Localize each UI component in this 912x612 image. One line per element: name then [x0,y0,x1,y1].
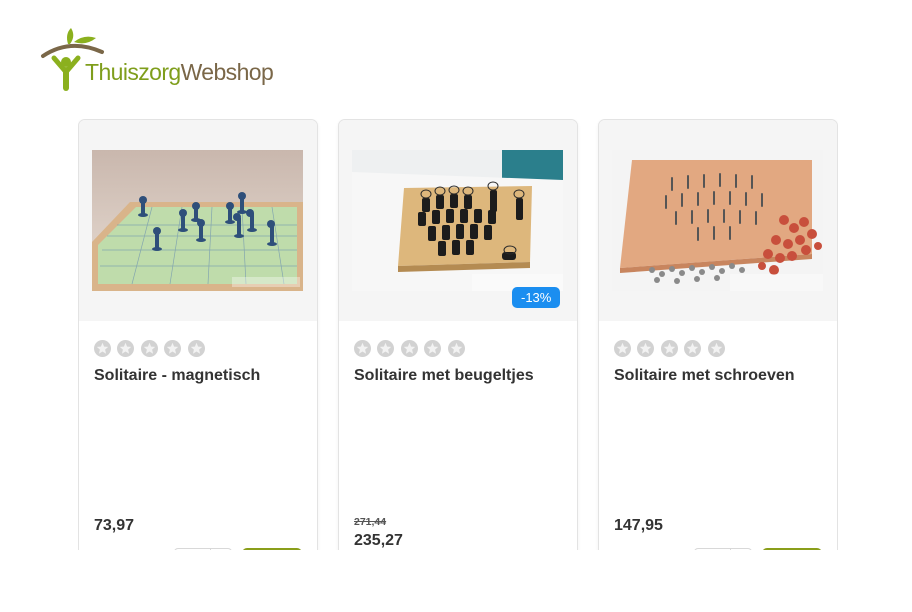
logo-word-thuiszorg: Thuiszorg [85,59,181,85]
star-empty-icon [614,340,631,357]
star-empty-icon [447,340,465,357]
product-image[interactable] [612,150,823,291]
product-grid: Solitaire - magnetisch 73,97 -13% Solita… [78,119,838,550]
product-price: 147,95 [614,517,663,534]
product-title[interactable]: Solitaire met schroeven [614,366,824,386]
star-empty-icon [424,340,442,357]
product-card[interactable]: Solitaire met schroeven 147,95 [598,119,838,550]
product-image[interactable] [92,150,303,291]
product-price: 73,97 [94,517,135,534]
star-empty-icon [140,340,158,357]
product-image-area[interactable] [79,120,317,321]
star-empty-icon [684,340,702,357]
rating-stars [94,340,207,359]
site-logo[interactable]: ThuiszorgWebshop [40,26,290,92]
star-empty-icon [660,340,678,357]
discount-badge: -13% [512,287,561,308]
product-image-area[interactable] [599,120,837,321]
star-empty-icon [707,340,725,357]
add-to-cart-button[interactable] [242,548,302,550]
star-empty-icon [187,340,205,357]
product-card[interactable]: -13% Solitaire met beugeltjes 271,44 235… [338,119,578,550]
star-empty-icon [164,340,182,357]
quantity-input[interactable] [694,548,752,550]
star-empty-icon [117,340,135,357]
logo-word-webshop: Webshop [180,59,274,85]
star-empty-icon [400,340,418,357]
product-price: 235,27 [354,532,403,549]
add-to-cart-button[interactable] [762,548,822,550]
logo-wordmark: ThuiszorgWebshop [85,59,274,85]
rating-stars [614,340,727,359]
star-empty-icon [377,340,395,357]
quantity-input[interactable] [174,548,232,550]
product-image[interactable] [352,150,563,291]
star-empty-icon [94,340,111,357]
old-price: 271,44 [354,516,387,528]
star-empty-icon [637,340,655,357]
product-image-area[interactable]: -13% [339,120,577,321]
product-title[interactable]: Solitaire met beugeltjes [354,366,564,386]
rating-stars [354,340,467,359]
product-title[interactable]: Solitaire - magnetisch [94,366,304,386]
product-card[interactable]: Solitaire - magnetisch 73,97 [78,119,318,550]
star-empty-icon [354,340,371,357]
